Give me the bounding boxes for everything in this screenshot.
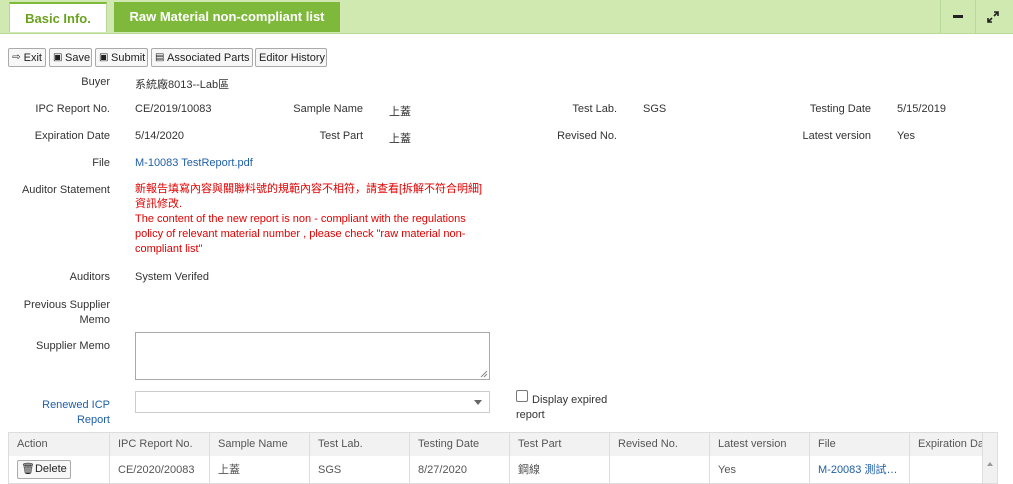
auditor-statement-en-line3: compliant list" (135, 243, 203, 255)
row-action-cell: 🗑Delete (9, 456, 110, 483)
row-test-part: 鋼線 (510, 456, 610, 483)
expand-icon (987, 10, 999, 23)
row-revised-no (610, 456, 710, 483)
auditor-statement-zh-line2: 資訊修改. (135, 198, 183, 210)
previous-supplier-memo-label: Previous Supplier Memo (0, 298, 110, 328)
delete-button[interactable]: 🗑Delete (17, 460, 71, 479)
file-link[interactable]: M-10083 TestReport.pdf (135, 157, 253, 169)
column-header-latest-version[interactable]: Latest version (710, 433, 810, 456)
auditor-statement-label: Auditor Statement (21, 184, 110, 196)
supplier-memo-label: Supplier Memo (36, 340, 110, 352)
testing-date-label: Testing Date (809, 103, 871, 115)
renewed-icp-report-label-line2: Report (76, 414, 110, 426)
editor-history-label: Editor History (259, 51, 326, 64)
submit-icon: ▣ (99, 52, 109, 63)
renewed-icp-report-label[interactable]: Renewed ICP Report (0, 398, 110, 428)
chevron-down-icon (474, 400, 482, 405)
resize-grip-icon (480, 370, 488, 378)
maximize-button[interactable] (975, 0, 1010, 33)
test-part-value: 上蓋 (389, 133, 411, 145)
sample-name-label: Sample Name (293, 103, 363, 115)
auditor-statement-en-line1: The content of the new report is non - c… (135, 213, 466, 225)
editor-history-button[interactable]: Editor History (255, 48, 327, 67)
column-header-test-part[interactable]: Test Part (510, 433, 610, 456)
tab-basic-info[interactable]: Basic Info. (9, 2, 107, 32)
ipc-report-value: CE/2019/10083 (135, 103, 212, 115)
sample-name-value: 上蓋 (389, 106, 411, 118)
test-lab-label: Test Lab. (572, 103, 617, 115)
renewed-icp-report-select[interactable] (135, 391, 490, 413)
latest-version-value: Yes (897, 130, 915, 142)
column-header-testing-date[interactable]: Testing Date (410, 433, 510, 456)
display-expired-label-line1: Display expired (532, 394, 608, 406)
expiration-date-value: 5/14/2020 (135, 130, 184, 142)
save-label: Save (65, 51, 91, 64)
column-header-sample-name[interactable]: Sample Name (210, 433, 310, 456)
row-sample-name: 上蓋 (210, 456, 310, 483)
column-header-file[interactable]: File (810, 433, 910, 456)
exit-label: Exit (23, 51, 42, 64)
renewed-reports-table: Action IPC Report No. Sample Name Test L… (8, 432, 998, 484)
row-testing-date: 8/27/2020 (410, 456, 510, 483)
test-lab-value: SGS (643, 103, 667, 115)
row-test-lab: SGS (310, 456, 410, 483)
auditors-value: System Verifed (135, 271, 209, 283)
column-header-ipc-report-no[interactable]: IPC Report No. (110, 433, 210, 456)
auditor-statement-text: 新報告填寫內容與關聯料號的規範內容不相符，請查看[拆解不符合明細] 資訊修改. … (135, 182, 482, 257)
testing-date-value: 5/15/2019 (897, 103, 946, 115)
minimize-icon (953, 15, 963, 18)
previous-supplier-memo-label-line2: Memo (79, 314, 110, 326)
save-icon: ▣ (53, 52, 63, 63)
row-ipc-report-no: CE/2020/20083 (110, 456, 210, 483)
exit-button[interactable]: ⇨ Exit (8, 48, 46, 67)
associated-parts-label: Associated Parts (167, 51, 250, 64)
previous-supplier-memo-label-line1: Previous Supplier (23, 299, 110, 311)
buyer-label: Buyer (81, 76, 110, 88)
scroll-up-icon (987, 462, 993, 466)
trash-icon: 🗑 (21, 463, 35, 475)
latest-version-label: Latest version (802, 130, 871, 142)
tab-bar: Basic Info. Raw Material non-compliant l… (0, 0, 1013, 34)
file-label: File (92, 157, 110, 169)
associated-parts-button[interactable]: ▤ Associated Parts (151, 48, 253, 67)
table-header: Action IPC Report No. Sample Name Test L… (9, 433, 997, 457)
column-header-action[interactable]: Action (9, 433, 110, 456)
row-file-link[interactable]: M-20083 測試… (810, 456, 910, 483)
auditor-statement-zh-line1: 新報告填寫內容與關聯料號的規範內容不相符，請查看[拆解不符合明細] (135, 183, 483, 195)
submit-label: Submit (111, 51, 146, 64)
display-expired-checkbox[interactable] (516, 390, 528, 402)
tab-raw-material-list[interactable]: Raw Material non-compliant list (114, 2, 340, 32)
column-header-expiration-date[interactable]: Expiration Da (910, 433, 984, 456)
row-latest-version: Yes (710, 456, 810, 483)
buyer-value: 系統廠8013--Lab區 (135, 79, 230, 91)
minimize-button[interactable] (940, 0, 975, 33)
column-header-test-lab[interactable]: Test Lab. (310, 433, 410, 456)
submit-button[interactable]: ▣ Submit (95, 48, 148, 67)
table-row: 🗑Delete CE/2020/20083 上蓋 SGS 8/27/2020 鋼… (9, 456, 997, 483)
auditor-statement-en-line2: policy of relevant material number , ple… (135, 228, 466, 240)
revised-no-label: Revised No. (557, 130, 617, 142)
table-scrollbar[interactable] (982, 433, 997, 483)
supplier-memo-textarea[interactable] (135, 332, 490, 380)
save-button[interactable]: ▣ Save (49, 48, 92, 67)
row-expiration-date (910, 456, 984, 483)
ipc-report-label: IPC Report No. (35, 103, 110, 115)
exit-icon: ⇨ (12, 52, 21, 63)
delete-label: Delete (34, 463, 67, 475)
display-expired-label-line2: report (516, 409, 545, 421)
test-part-label: Test Part (319, 130, 363, 142)
document-icon: ▤ (155, 52, 165, 63)
auditors-label: Auditors (69, 271, 110, 283)
renewed-icp-report-label-line1: Renewed ICP (42, 399, 110, 411)
expiration-date-label: Expiration Date (34, 130, 110, 142)
column-header-revised-no[interactable]: Revised No. (610, 433, 710, 456)
